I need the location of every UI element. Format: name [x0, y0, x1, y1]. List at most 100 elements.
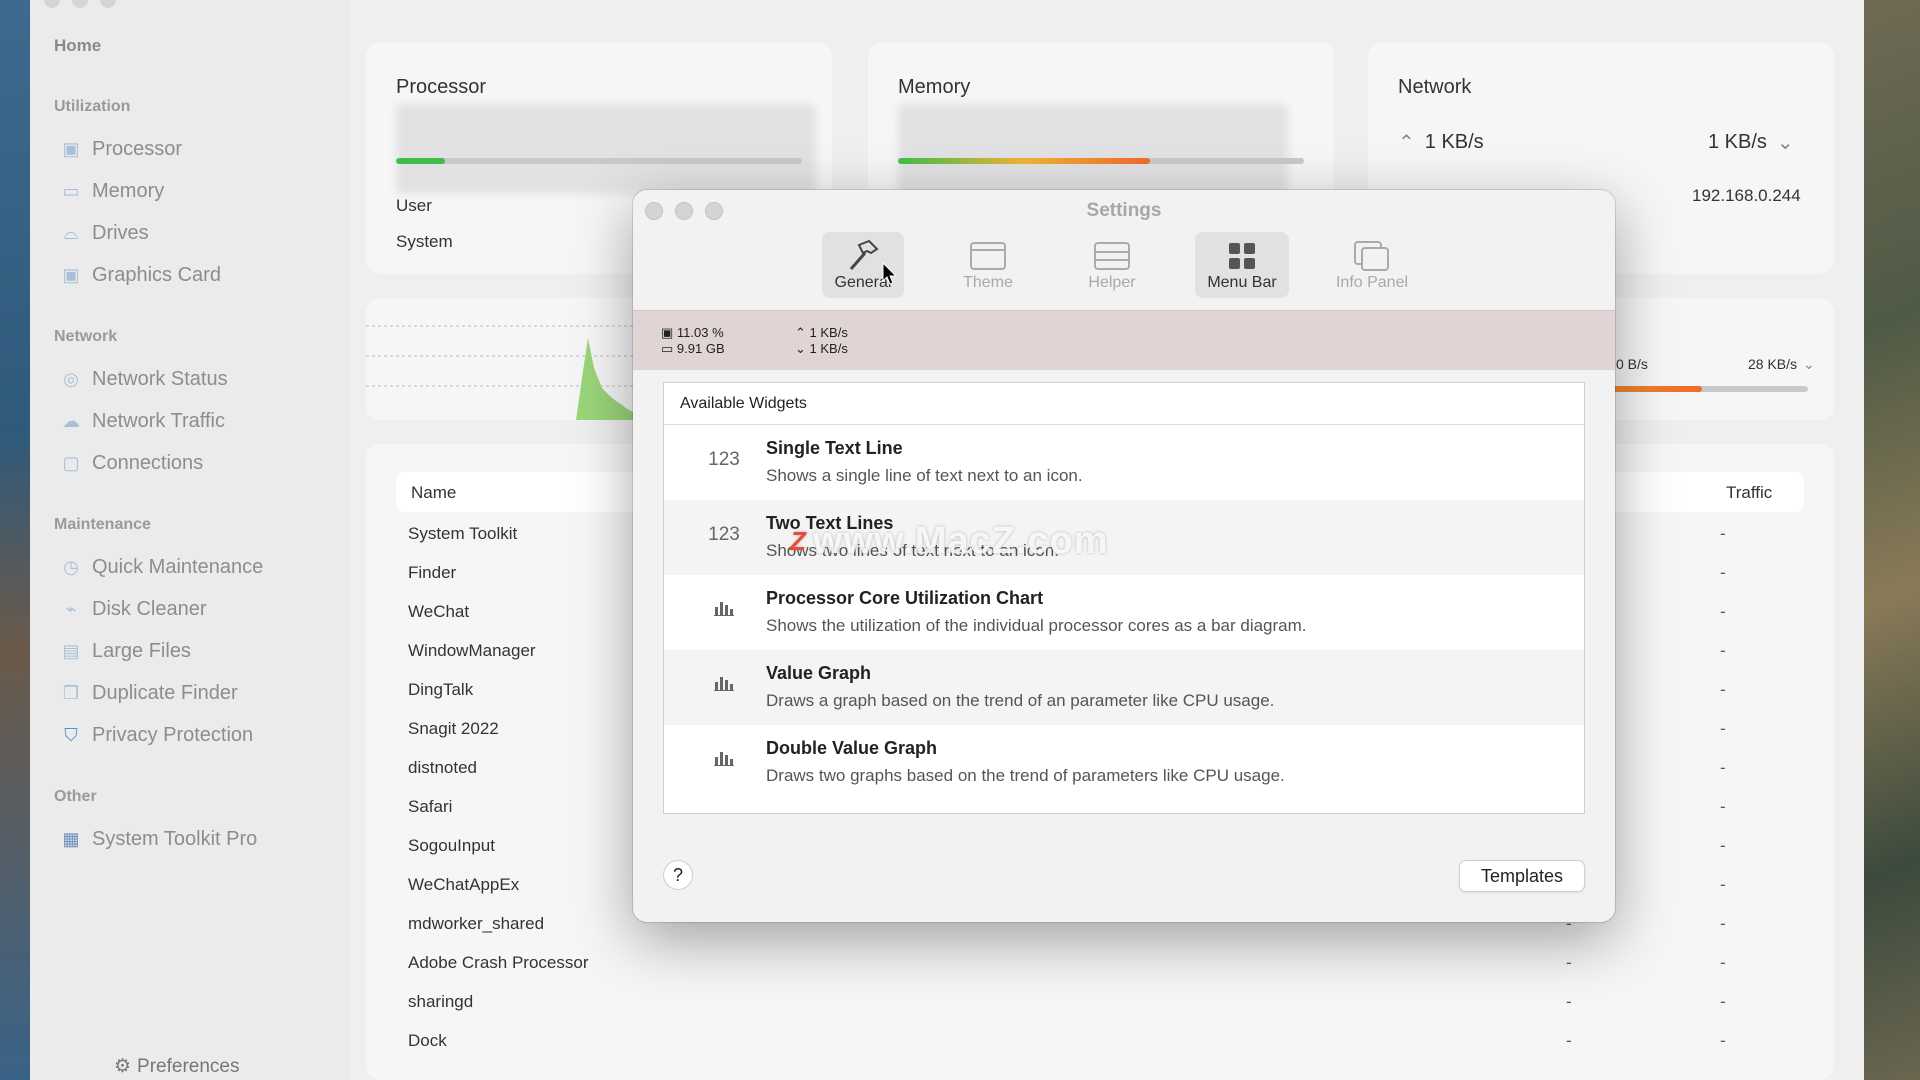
widget-description: Shows the utilization of the individual … [766, 616, 1307, 635]
network-down: 1 KB/s ⌄ [1708, 130, 1794, 155]
tab-info-panel[interactable]: Info Panel [1323, 232, 1421, 298]
sidebar-item-drives[interactable]: ⌓ Drives [60, 222, 149, 245]
table-row-name[interactable]: SogouInput [408, 836, 495, 856]
table-row-name[interactable]: distnoted [408, 758, 477, 778]
sidebar-item-system-toolkit-pro[interactable]: ▦ System Toolkit Pro [60, 828, 257, 851]
table-row-traffic: - [1720, 680, 1726, 699]
sidebar-item-connections[interactable]: ▢ Connections [60, 452, 203, 475]
sidebar-item-label: System Toolkit Pro [92, 828, 258, 850]
widget-row[interactable]: Value Graph Draws a graph based on the tr… [664, 650, 1584, 725]
dialog-title: Settings [1086, 200, 1162, 221]
table-row-name[interactable]: Finder [408, 563, 456, 583]
zoom-button[interactable] [100, 0, 116, 8]
preview-memory-value: 9.91 GB [676, 341, 725, 356]
templates-button[interactable]: Templates [1459, 860, 1585, 892]
sidebar-section-utilization: Utilization [54, 98, 131, 115]
tab-menu-bar-label: Menu Bar [1207, 274, 1277, 291]
hammer-icon [845, 238, 881, 274]
table-row-connections: - [1566, 953, 1572, 972]
table-row-name[interactable]: DingTalk [408, 680, 473, 700]
tab-menu-bar[interactable]: Menu Bar [1195, 232, 1289, 298]
sidebar-item-large-files[interactable]: ▤ Large Files [60, 640, 191, 663]
table-row-name[interactable]: System Toolkit [408, 524, 517, 544]
table-row-traffic: - [1720, 992, 1726, 1011]
table-row-name[interactable]: WeChat [408, 602, 469, 622]
sidebar-section-network: Network [54, 328, 118, 345]
panels-icon [1353, 238, 1391, 274]
widget-title: Value Graph [766, 663, 872, 683]
tab-theme[interactable]: Theme [943, 232, 1033, 298]
memory-blurred-value [898, 104, 1288, 194]
preview-down[interactable]: ⌄ 1 KB/s [795, 341, 848, 357]
settings-toolbar: General Theme Helper Menu Bar Info Panel [633, 232, 1615, 302]
table-row-name[interactable]: Adobe Crash Processor [408, 953, 588, 973]
memory-title: Memory [898, 76, 971, 98]
table-row-traffic: - [1720, 563, 1726, 582]
sidebar-item-label: Connections [92, 452, 204, 474]
duplicate-icon: ❐ [62, 683, 80, 703]
table-row-name[interactable]: mdworker_shared [408, 914, 544, 934]
column-traffic[interactable]: Traffic [1726, 483, 1772, 503]
gpu-icon: ▣ [62, 265, 80, 285]
tab-theme-label: Theme [963, 274, 1013, 291]
sidebar-item-label: Processor [92, 138, 183, 160]
preview-down-value: 1 KB/s [809, 341, 848, 356]
table-row-name[interactable]: Safari [408, 797, 452, 817]
processor-title: Processor [396, 76, 487, 98]
sidebar-item-graphics-card[interactable]: ▣ Graphics Card [60, 264, 221, 287]
broom-icon: ⌁ [65, 599, 77, 619]
table-row-name[interactable]: Snagit 2022 [408, 719, 499, 739]
sidebar-home[interactable]: Home [54, 36, 101, 56]
shield-icon: ⛉ [64, 725, 78, 745]
network-title: Network [1398, 76, 1472, 98]
column-name[interactable]: Name [411, 483, 456, 503]
table-row-traffic: - [1720, 1031, 1726, 1050]
clock-icon: ◷ [63, 557, 79, 577]
sidebar-item-memory[interactable]: ▭ Memory [60, 180, 164, 203]
preview-memory[interactable]: ▭ 9.91 GB [661, 341, 725, 357]
sidebar-item-label: Disk Cleaner [92, 598, 207, 620]
settings-dialog: Settings General Theme Helper Menu Bar I… [633, 190, 1615, 922]
table-row-traffic: - [1720, 836, 1726, 855]
widget-title: Single Text Line [766, 438, 903, 458]
sidebar: Home Utilization ▣ Processor ▭ Memory ⌓ Dri… [30, 0, 350, 1080]
widget-row[interactable]: 123 Single Text Line Shows a single line o… [664, 425, 1584, 500]
drive-icon: ⌓ [63, 223, 79, 243]
preferences-button[interactable]: ⚙ Preferences [114, 1055, 240, 1078]
globe-icon: ◎ [63, 369, 79, 389]
table-row-name[interactable]: sharingd [408, 992, 473, 1012]
help-button[interactable]: ? [663, 860, 693, 890]
network-down-value: 1 KB/s [1708, 131, 1767, 153]
sidebar-item-label: Large Files [92, 640, 191, 662]
sidebar-item-disk-cleaner[interactable]: ⌁ Disk Cleaner [60, 598, 207, 621]
sidebar-item-processor[interactable]: ▣ Processor [60, 138, 182, 161]
processor-system-label: System [396, 232, 453, 251]
sidebar-section-maintenance: Maintenance [54, 516, 151, 533]
sidebar-item-duplicate-finder[interactable]: ❐ Duplicate Finder [60, 682, 238, 705]
close-button[interactable] [44, 0, 60, 8]
widget-row[interactable]: Double Value Graph Draws two graphs based… [664, 725, 1584, 800]
sidebar-item-label: Privacy Protection [92, 724, 254, 746]
sidebar-item-network-traffic[interactable]: ☁ Network Traffic [60, 410, 225, 433]
bar-chart-icon [694, 674, 754, 698]
table-row-traffic: - [1720, 797, 1726, 816]
table-row-traffic: - [1720, 875, 1726, 894]
preview-up[interactable]: ⌃ 1 KB/s [795, 325, 848, 341]
chip-icon: ▣ [62, 139, 80, 159]
widget-row[interactable]: Processor Core Utilization Chart Shows th… [664, 575, 1584, 650]
numbers-icon: 123 [708, 524, 740, 545]
tab-helper[interactable]: Helper [1067, 232, 1157, 298]
table-row-name[interactable]: WindowManager [408, 641, 536, 661]
table-row-name[interactable]: Dock [408, 1031, 447, 1051]
table-row-name[interactable]: WeChatAppEx [408, 875, 519, 895]
widget-description: Draws a graph based on the trend of an p… [766, 691, 1275, 710]
minimize-button[interactable] [72, 0, 88, 8]
sidebar-item-privacy-protection[interactable]: ⛉ Privacy Protection [60, 724, 253, 747]
sidebar-item-label: Quick Maintenance [92, 556, 264, 578]
sidebar-item-label: Graphics Card [92, 264, 221, 286]
helper-icon [1093, 238, 1131, 274]
preview-cpu[interactable]: ▣ 11.03 % [661, 325, 724, 341]
sidebar-item-quick-maintenance[interactable]: ◷ Quick Maintenance [60, 556, 263, 579]
app-icon: ▦ [62, 829, 80, 849]
sidebar-item-network-status[interactable]: ◎ Network Status [60, 368, 227, 391]
